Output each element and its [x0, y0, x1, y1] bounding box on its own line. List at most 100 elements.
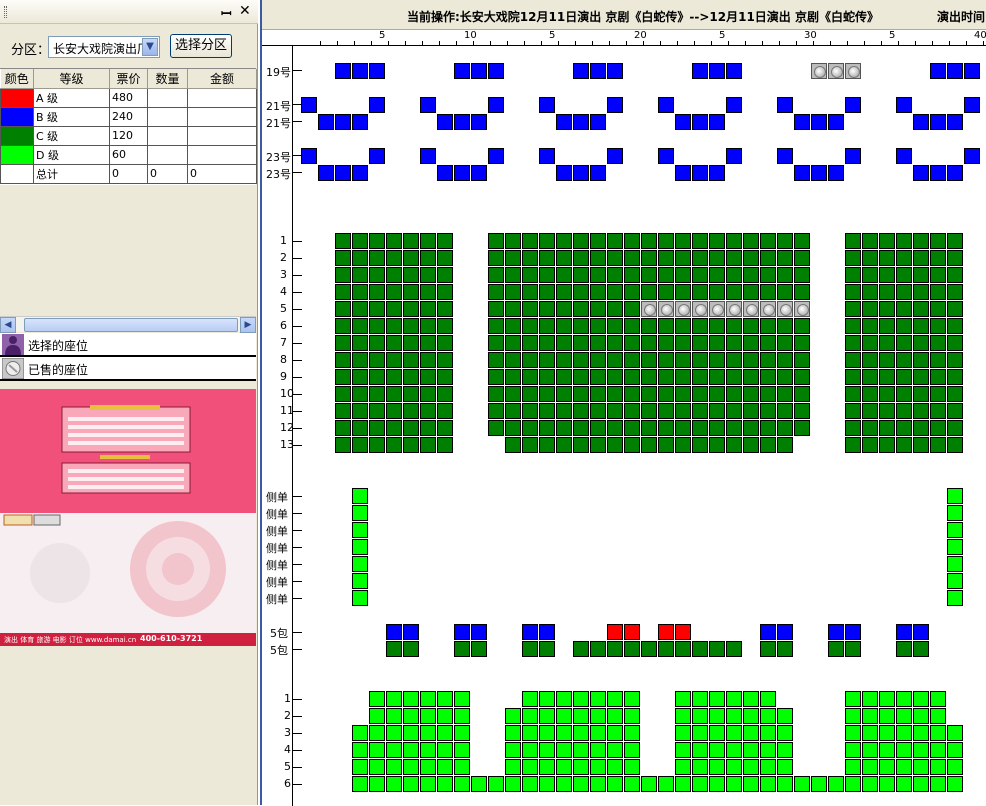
- seat[interactable]: [590, 708, 606, 724]
- seat[interactable]: [692, 403, 708, 419]
- seat[interactable]: [947, 539, 963, 555]
- seat[interactable]: [386, 641, 402, 657]
- seat[interactable]: [352, 165, 368, 181]
- seat[interactable]: [947, 301, 963, 317]
- seat[interactable]: [386, 352, 402, 368]
- seat[interactable]: [352, 318, 368, 334]
- seat[interactable]: [539, 624, 555, 640]
- seat[interactable]: [709, 437, 725, 453]
- seat[interactable]: [743, 776, 759, 792]
- seat[interactable]: [777, 641, 793, 657]
- header-amount[interactable]: 金额: [187, 69, 257, 89]
- seat[interactable]: [913, 386, 929, 402]
- seat[interactable]: [896, 233, 912, 249]
- seat[interactable]: [624, 369, 640, 385]
- select-zone-button[interactable]: 选择分区: [170, 34, 232, 58]
- seat[interactable]: [896, 403, 912, 419]
- seat[interactable]: [930, 725, 946, 741]
- seat[interactable]: [505, 403, 521, 419]
- seat[interactable]: [760, 742, 776, 758]
- seat[interactable]: [811, 114, 827, 130]
- seat[interactable]: [335, 250, 351, 266]
- seat[interactable]: [488, 97, 504, 113]
- seat[interactable]: [641, 641, 657, 657]
- seat[interactable]: [777, 403, 793, 419]
- seat[interactable]: [760, 725, 776, 741]
- sold-seat[interactable]: [675, 301, 691, 317]
- seat[interactable]: [573, 437, 589, 453]
- seat[interactable]: [930, 301, 946, 317]
- seat[interactable]: [777, 250, 793, 266]
- seat[interactable]: [726, 776, 742, 792]
- seat[interactable]: [607, 63, 623, 79]
- seat[interactable]: [403, 369, 419, 385]
- seat[interactable]: [335, 352, 351, 368]
- seat[interactable]: [930, 267, 946, 283]
- seat[interactable]: [590, 233, 606, 249]
- seat[interactable]: [403, 352, 419, 368]
- seat[interactable]: [386, 420, 402, 436]
- seat[interactable]: [624, 641, 640, 657]
- seat[interactable]: [420, 267, 436, 283]
- seat[interactable]: [556, 369, 572, 385]
- seat[interactable]: [505, 708, 521, 724]
- seat[interactable]: [777, 386, 793, 402]
- seat[interactable]: [930, 386, 946, 402]
- seat[interactable]: [709, 250, 725, 266]
- seat[interactable]: [420, 284, 436, 300]
- seat[interactable]: [522, 725, 538, 741]
- seat[interactable]: [607, 708, 623, 724]
- seat[interactable]: [964, 63, 980, 79]
- seat[interactable]: [709, 165, 725, 181]
- seat[interactable]: [505, 352, 521, 368]
- seat[interactable]: [862, 318, 878, 334]
- seat[interactable]: [845, 267, 861, 283]
- seat[interactable]: [845, 301, 861, 317]
- seat[interactable]: [335, 403, 351, 419]
- seat[interactable]: [777, 437, 793, 453]
- seat[interactable]: [386, 250, 402, 266]
- seat[interactable]: [522, 233, 538, 249]
- seat[interactable]: [692, 63, 708, 79]
- seat[interactable]: [335, 437, 351, 453]
- seat[interactable]: [913, 437, 929, 453]
- seat[interactable]: [896, 97, 912, 113]
- seat[interactable]: [794, 420, 810, 436]
- seat[interactable]: [726, 267, 742, 283]
- seat[interactable]: [845, 742, 861, 758]
- seat[interactable]: [879, 233, 895, 249]
- seat[interactable]: [896, 352, 912, 368]
- seat[interactable]: [879, 776, 895, 792]
- seat[interactable]: [777, 776, 793, 792]
- seat[interactable]: [658, 284, 674, 300]
- seat[interactable]: [777, 233, 793, 249]
- seat[interactable]: [641, 335, 657, 351]
- seat[interactable]: [420, 335, 436, 351]
- seat[interactable]: [811, 165, 827, 181]
- seat[interactable]: [420, 369, 436, 385]
- seat[interactable]: [947, 335, 963, 351]
- seat[interactable]: [845, 708, 861, 724]
- seat[interactable]: [352, 386, 368, 402]
- seat[interactable]: [403, 284, 419, 300]
- seat[interactable]: [403, 691, 419, 707]
- seat[interactable]: [913, 742, 929, 758]
- seat[interactable]: [369, 267, 385, 283]
- seat[interactable]: [437, 386, 453, 402]
- seat[interactable]: [420, 352, 436, 368]
- seat[interactable]: [675, 165, 691, 181]
- seat[interactable]: [845, 97, 861, 113]
- seat[interactable]: [386, 335, 402, 351]
- seat[interactable]: [726, 352, 742, 368]
- seat[interactable]: [539, 97, 555, 113]
- seat[interactable]: [522, 318, 538, 334]
- seat[interactable]: [420, 420, 436, 436]
- seat[interactable]: [658, 641, 674, 657]
- seat[interactable]: [845, 148, 861, 164]
- seat[interactable]: [369, 148, 385, 164]
- seat[interactable]: [726, 148, 742, 164]
- seat[interactable]: [607, 267, 623, 283]
- seat[interactable]: [930, 437, 946, 453]
- close-icon[interactable]: ✕: [239, 3, 251, 19]
- seat[interactable]: [556, 437, 572, 453]
